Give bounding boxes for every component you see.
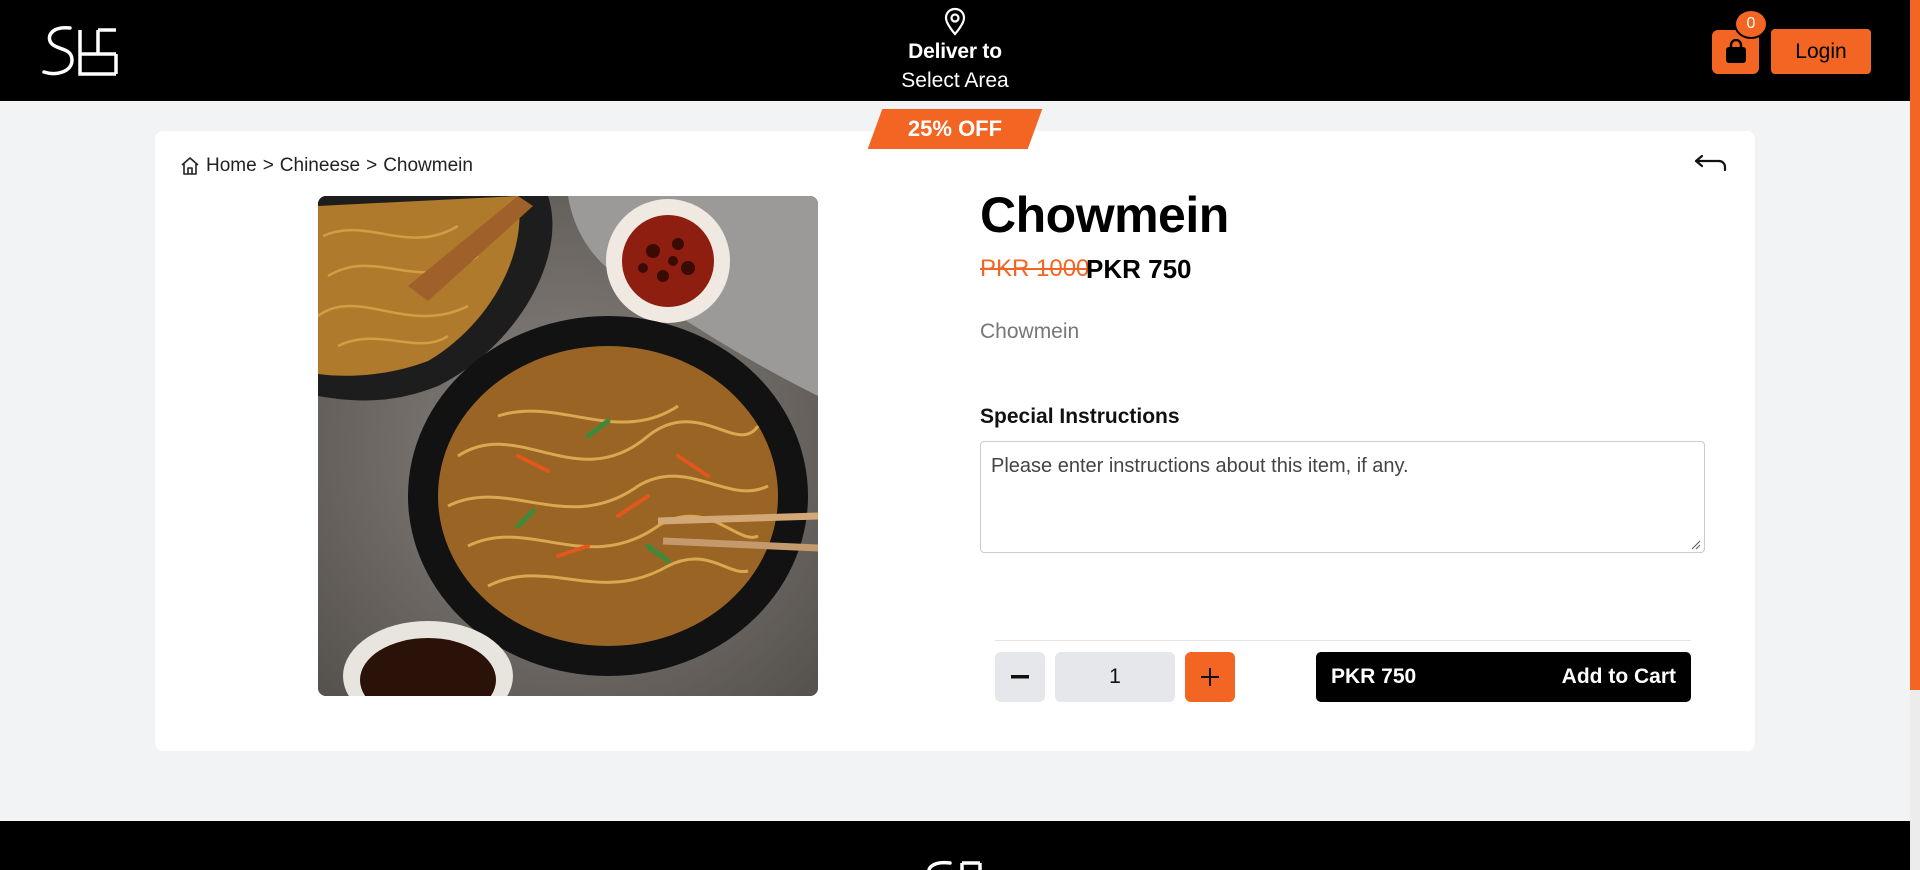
- map-pin-icon: [944, 7, 966, 36]
- product-description: Chowmein: [980, 320, 1080, 343]
- site-header: Deliver to Select Area 0 Login: [0, 0, 1910, 101]
- decrease-quantity-button[interactable]: [995, 652, 1045, 702]
- special-instructions-input[interactable]: [980, 441, 1705, 553]
- site-footer: [0, 821, 1910, 870]
- cart-count-badge: 0: [1734, 9, 1768, 39]
- breadcrumb-category[interactable]: Chineese: [280, 155, 360, 177]
- login-button[interactable]: Login: [1771, 29, 1871, 74]
- select-area-link[interactable]: Select Area: [845, 69, 1065, 93]
- product-title: Chowmein: [980, 187, 1229, 243]
- footer-logo[interactable]: [918, 859, 1002, 870]
- increase-quantity-button[interactable]: [1185, 652, 1235, 702]
- breadcrumb: Home > Chineese > Chowmein: [180, 155, 473, 177]
- minus-icon: [1011, 675, 1029, 679]
- deliver-to-label: Deliver to: [908, 40, 1002, 63]
- divider: [995, 640, 1691, 641]
- breadcrumb-separator: >: [262, 155, 274, 176]
- breadcrumb-separator: >: [366, 155, 378, 176]
- quantity-value: 1: [1055, 652, 1175, 702]
- product-image: [318, 196, 818, 696]
- add-to-cart-label: Add to Cart: [1561, 665, 1676, 688]
- resize-handle-icon[interactable]: [1691, 540, 1701, 550]
- shopping-bag-icon: [1725, 39, 1746, 63]
- home-icon: [181, 157, 199, 175]
- original-price: PKR 1000: [980, 255, 1090, 282]
- breadcrumb-current: Chowmein: [383, 155, 473, 176]
- sh-logo[interactable]: [40, 24, 120, 78]
- breadcrumb-home[interactable]: Home: [206, 155, 257, 177]
- add-to-cart-button[interactable]: PKR 750 Add to Cart: [1316, 652, 1691, 702]
- deliver-to-selector[interactable]: Deliver to Select Area: [845, 6, 1065, 93]
- discount-badge: 25% OFF: [907, 116, 1003, 141]
- plus-icon: [1201, 668, 1219, 686]
- back-arrow-icon[interactable]: [1693, 150, 1729, 178]
- add-to-cart-price: PKR 750: [1331, 665, 1417, 688]
- scrollbar-thumb[interactable]: [1910, 0, 1920, 690]
- discounted-price: PKR 750: [1086, 254, 1192, 284]
- special-instructions-label: Special Instructions: [980, 405, 1180, 428]
